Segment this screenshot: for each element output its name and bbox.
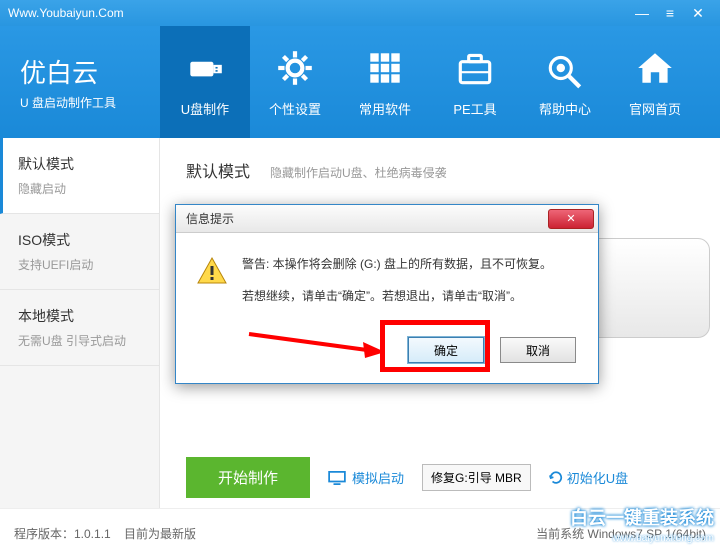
nav-label: PE工具	[453, 99, 496, 118]
titlebar: Www.Youbaiyun.Com — ≡ ✕	[0, 0, 720, 26]
nav-help[interactable]: 帮助中心	[520, 26, 610, 138]
nav-label: 个性设置	[269, 99, 321, 118]
sidebar-sub: 隐藏启动	[18, 180, 141, 197]
nav-software[interactable]: 常用软件	[340, 26, 430, 138]
nav-usb-create[interactable]: U盘制作	[160, 26, 250, 138]
watermark: 白云一键重装系统	[570, 504, 714, 530]
dialog-titlebar: 信息提示 ✕	[176, 205, 598, 233]
action-row: 开始制作 模拟启动 修复G:引导 MBR 初始化U盘	[186, 457, 694, 498]
nav-label: 官网首页	[629, 99, 681, 118]
footer-left: 程序版本：1.0.1.1 目前为最新版	[14, 525, 196, 542]
gear-icon	[274, 47, 316, 89]
header: 优白云 U 盘启动制作工具 U盘制作 个性设置 常用软件 PE工具 帮助中心 官…	[0, 26, 720, 138]
sidebar-title: 默认模式	[18, 154, 141, 174]
sidebar-sub: 支持UEFI启动	[18, 256, 141, 273]
warning-icon	[196, 255, 228, 287]
version-label: 程序版本：1.0.1.1	[14, 527, 111, 541]
briefcase-icon	[454, 47, 496, 89]
nav-label: U盘制作	[181, 99, 229, 118]
dialog-title: 信息提示	[186, 210, 234, 227]
nav-home[interactable]: 官网首页	[610, 26, 700, 138]
simulate-label: 模拟启动	[352, 468, 404, 487]
sidebar: 默认模式 隐藏启动 ISO模式 支持UEFI启动 本地模式 无需U盘 引导式启动	[0, 138, 160, 508]
sidebar-title: ISO模式	[18, 230, 141, 250]
nav-settings[interactable]: 个性设置	[250, 26, 340, 138]
sidebar-item-default[interactable]: 默认模式 隐藏启动	[0, 138, 159, 214]
sidebar-item-local[interactable]: 本地模式 无需U盘 引导式启动	[0, 290, 159, 366]
brand-title: 优白云	[20, 53, 160, 90]
brand: 优白云 U 盘启动制作工具	[20, 53, 160, 111]
nav-label: 帮助中心	[539, 99, 591, 118]
init-label: 初始化U盘	[567, 468, 628, 487]
titlebar-url: Www.Youbaiyun.Com	[8, 6, 124, 20]
minimize-button[interactable]: —	[628, 0, 656, 26]
highlight-box	[380, 320, 490, 372]
repair-mbr-button[interactable]: 修复G:引导 MBR	[422, 464, 531, 491]
status-label: 目前为最新版	[124, 527, 196, 541]
close-button[interactable]: ✕	[684, 0, 712, 26]
settings-button[interactable]: ≡	[656, 0, 684, 26]
monitor-icon	[328, 471, 346, 485]
sidebar-title: 本地模式	[18, 306, 141, 326]
dialog-close-button[interactable]: ✕	[548, 209, 594, 229]
refresh-icon	[549, 471, 563, 485]
usb-icon	[184, 47, 226, 89]
cancel-button[interactable]: 取消	[500, 337, 576, 363]
sidebar-item-iso[interactable]: ISO模式 支持UEFI启动	[0, 214, 159, 290]
start-button[interactable]: 开始制作	[186, 457, 310, 498]
sidebar-sub: 无需U盘 引导式启动	[18, 332, 141, 349]
dialog-line2: 若想继续，请单击“确定”。若想退出，请单击“取消”。	[242, 287, 552, 305]
dialog-text: 警告: 本操作将会删除 (G:) 盘上的所有数据，且不可恢复。 若想继续，请单击…	[242, 255, 552, 319]
main-heading: 默认模式 隐藏制作启动U盘、杜绝病毒侵袭	[186, 158, 694, 182]
simulate-boot-link[interactable]: 模拟启动	[328, 468, 404, 487]
nav-pe-tools[interactable]: PE工具	[430, 26, 520, 138]
home-icon	[634, 47, 676, 89]
main-nav: U盘制作 个性设置 常用软件 PE工具 帮助中心 官网首页	[160, 26, 700, 138]
init-usb-link[interactable]: 初始化U盘	[549, 468, 628, 487]
arrow-annotation	[245, 330, 385, 360]
window-controls: — ≡ ✕	[628, 0, 712, 26]
brand-subtitle: U 盘启动制作工具	[20, 94, 160, 111]
watermark-url: www.baiyunxitong.com	[612, 533, 714, 544]
grid-icon	[364, 47, 406, 89]
help-icon	[544, 47, 586, 89]
nav-label: 常用软件	[359, 99, 411, 118]
main-subtitle: 隐藏制作启动U盘、杜绝病毒侵袭	[270, 164, 447, 181]
main-title: 默认模式	[186, 158, 250, 182]
dialog-line1: 警告: 本操作将会删除 (G:) 盘上的所有数据，且不可恢复。	[242, 255, 552, 273]
